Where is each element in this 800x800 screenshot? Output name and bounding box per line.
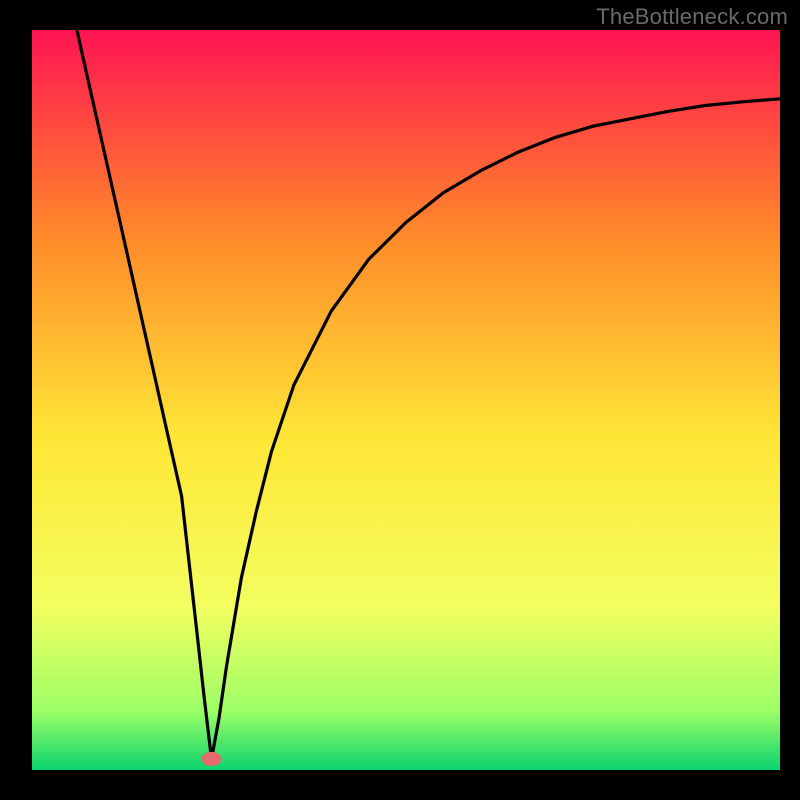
bottleneck-chart bbox=[0, 0, 800, 800]
chart-container: { "watermark": "TheBottleneck.com", "cha… bbox=[0, 0, 800, 800]
min-marker-icon bbox=[202, 752, 222, 766]
watermark-text: TheBottleneck.com bbox=[596, 4, 788, 30]
plot-background bbox=[32, 30, 780, 770]
